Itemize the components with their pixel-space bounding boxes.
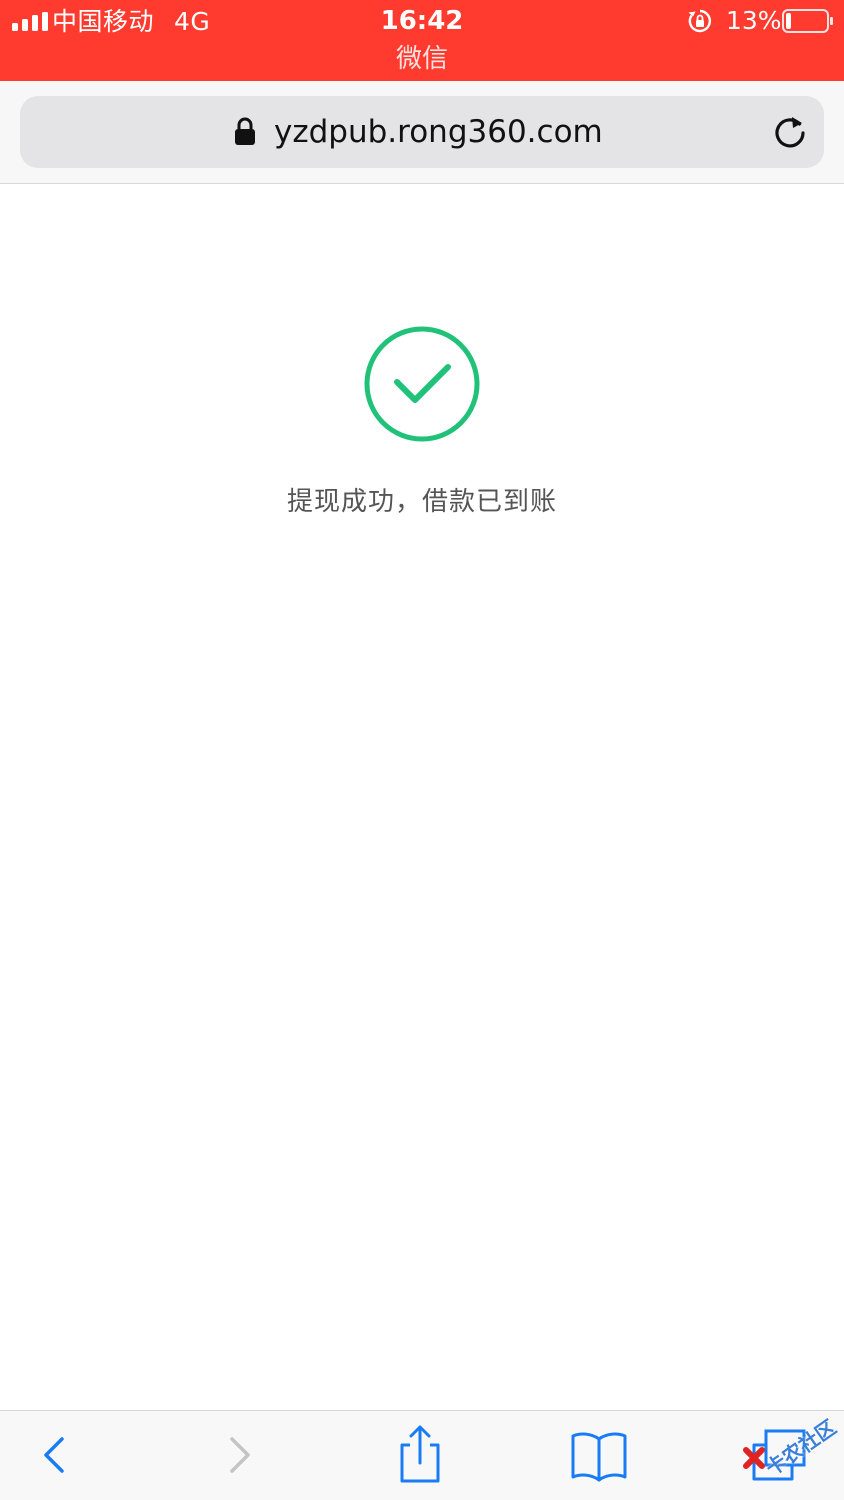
- chevron-right-icon[interactable]: [220, 1425, 260, 1485]
- check-circle-icon: [364, 326, 480, 442]
- clock: 16:42: [380, 6, 464, 36]
- browser-address-area: yzdpub.rong360.com: [0, 81, 844, 184]
- url-text[interactable]: yzdpub.rong360.com: [274, 112, 603, 152]
- chevron-left-icon[interactable]: [34, 1425, 74, 1485]
- success-message: 提现成功，借款已到账: [286, 487, 557, 517]
- url-field[interactable]: yzdpub.rong360.com: [20, 96, 824, 168]
- reload-icon[interactable]: [772, 113, 808, 151]
- tabs-icon[interactable]: [746, 1425, 812, 1485]
- browser-toolbar: [0, 1410, 844, 1500]
- share-icon[interactable]: [392, 1425, 448, 1485]
- status-bar: 中国移动 4G 16:42 微信 13%: [0, 0, 844, 81]
- battery-percent: 13%: [726, 6, 782, 35]
- battery-icon: [782, 9, 833, 33]
- orientation-lock-icon: [688, 9, 712, 33]
- padlock-icon: [235, 117, 255, 145]
- book-icon[interactable]: [566, 1425, 632, 1485]
- app-name: 微信: [395, 44, 448, 74]
